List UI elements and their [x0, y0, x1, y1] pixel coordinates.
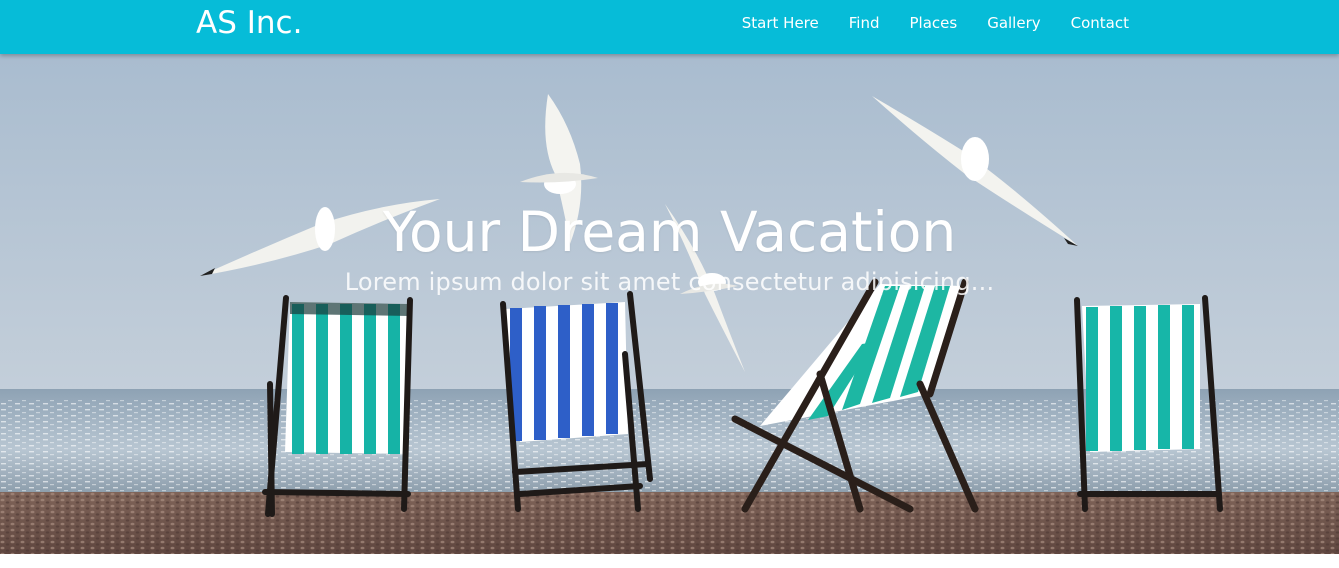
main-nav: Start Here Find Places Gallery Contact	[727, 0, 1144, 46]
brand-logo[interactable]: AS Inc.	[196, 4, 302, 42]
hero-title: Your Dream Vacation	[382, 199, 957, 264]
hero-background-image	[0, 54, 1339, 554]
hero-section: Your Dream Vacation Lorem ipsum dolor si…	[0, 54, 1339, 554]
navbar: AS Inc. Start Here Find Places Gallery C…	[0, 0, 1339, 54]
nav-item-start-here[interactable]: Start Here	[727, 14, 834, 32]
nav-item-gallery[interactable]: Gallery	[972, 14, 1055, 32]
nav-item-places[interactable]: Places	[895, 14, 973, 32]
hero-subtitle: Lorem ipsum dolor sit amet consectetur a…	[344, 268, 995, 296]
nav-item-contact[interactable]: Contact	[1056, 14, 1144, 32]
nav-item-find[interactable]: Find	[834, 14, 895, 32]
